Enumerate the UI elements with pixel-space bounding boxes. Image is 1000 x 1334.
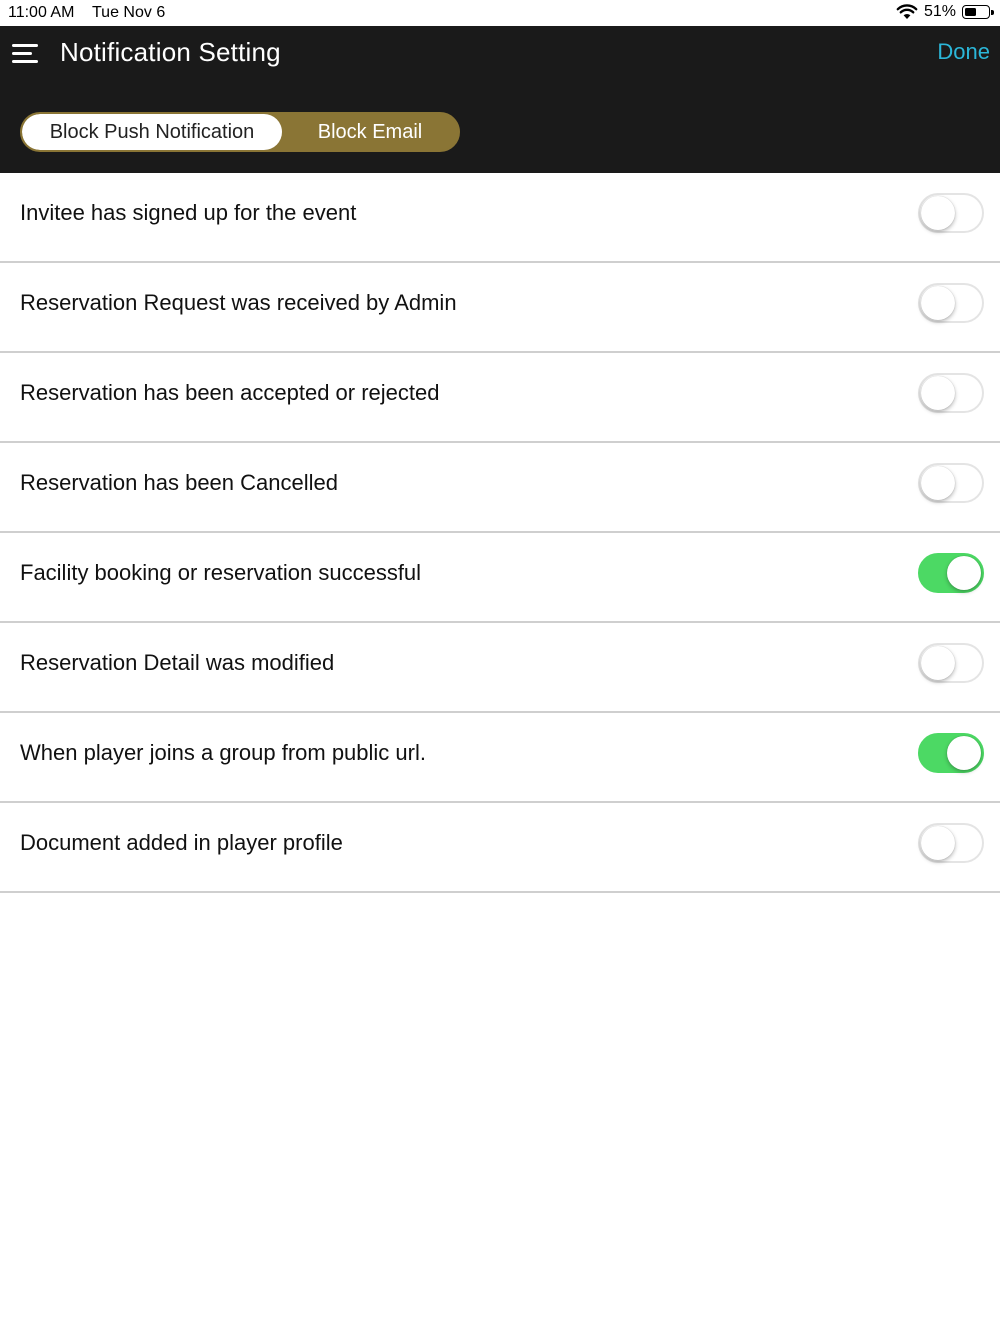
- status-date: Tue Nov 6: [92, 4, 166, 21]
- segmented-control: Block Push Notification Block Email: [20, 112, 460, 152]
- nav-bar: Notification Setting Done Block Push Not…: [0, 26, 1000, 173]
- setting-toggle[interactable]: [918, 553, 984, 593]
- toggle-knob: [921, 466, 955, 500]
- setting-row-document-added: Document added in player profile: [0, 803, 1000, 893]
- toggle-knob: [921, 286, 955, 320]
- battery-level-fill: [965, 8, 976, 16]
- battery-icon: [962, 4, 994, 20]
- setting-toggle[interactable]: [918, 283, 984, 323]
- toggle-knob: [921, 196, 955, 230]
- segment-block-push-notification[interactable]: Block Push Notification: [22, 114, 282, 150]
- setting-toggle[interactable]: [918, 373, 984, 413]
- status-time: 11:00 AM: [8, 4, 75, 21]
- setting-toggle[interactable]: [918, 733, 984, 773]
- battery-percent: 51%: [923, 3, 956, 20]
- setting-label: Reservation Request was received by Admi…: [20, 290, 457, 315]
- toggle-knob: [921, 376, 955, 410]
- setting-row-reservation-detail-modified: Reservation Detail was modified: [0, 623, 1000, 713]
- setting-label: Document added in player profile: [20, 830, 343, 855]
- done-button[interactable]: Done: [937, 39, 990, 65]
- setting-label: Reservation has been Cancelled: [20, 470, 338, 495]
- setting-row-player-joins-group: When player joins a group from public ur…: [0, 713, 1000, 803]
- setting-label: Facility booking or reservation successf…: [20, 560, 422, 585]
- setting-toggle[interactable]: [918, 823, 984, 863]
- menu-icon[interactable]: [12, 42, 40, 66]
- segment-block-email[interactable]: Block Email: [282, 114, 458, 150]
- setting-label: Invitee has signed up for the event: [20, 200, 357, 225]
- setting-label: Reservation Detail was modified: [20, 650, 335, 675]
- setting-row-reservation-accepted-rejected: Reservation has been accepted or rejecte…: [0, 353, 1000, 443]
- status-indicators: 51%: [896, 3, 994, 21]
- toggle-knob: [947, 556, 981, 590]
- notification-settings-list: Invitee has signed up for the event Rese…: [0, 173, 1000, 893]
- status-bar: 11:00 AM Tue Nov 6 51%: [0, 0, 1000, 26]
- setting-row-facility-booking-successful: Facility booking or reservation successf…: [0, 533, 1000, 623]
- setting-toggle[interactable]: [918, 193, 984, 233]
- setting-row-invitee-signed-up: Invitee has signed up for the event: [0, 173, 1000, 263]
- toggle-knob: [947, 736, 981, 770]
- setting-toggle[interactable]: [918, 643, 984, 683]
- page-title: Notification Setting: [60, 37, 281, 67]
- setting-label: When player joins a group from public ur…: [20, 740, 426, 765]
- wifi-icon: [896, 4, 918, 19]
- setting-toggle[interactable]: [918, 463, 984, 503]
- setting-label: Reservation has been accepted or rejecte…: [20, 380, 440, 405]
- setting-row-reservation-request-received: Reservation Request was received by Admi…: [0, 263, 1000, 353]
- toggle-knob: [921, 826, 955, 860]
- toggle-knob: [921, 646, 955, 680]
- setting-row-reservation-cancelled: Reservation has been Cancelled: [0, 443, 1000, 533]
